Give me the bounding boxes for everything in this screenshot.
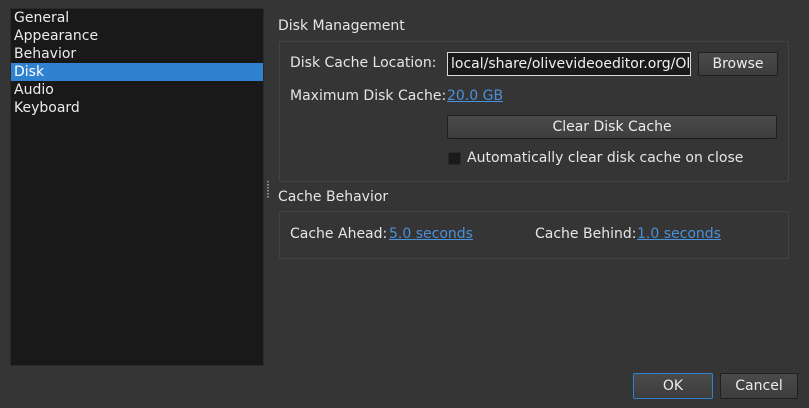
disk-cache-location-input[interactable]: local/share/olivevideoeditor.org/Olive (447, 52, 691, 76)
browse-button[interactable]: Browse (698, 52, 778, 76)
cancel-button[interactable]: Cancel (720, 373, 798, 399)
sidebar-item-disk[interactable]: Disk (11, 63, 263, 81)
auto-clear-label[interactable]: Automatically clear disk cache on close (467, 150, 743, 166)
cache-ahead-value[interactable]: 5.0 seconds (389, 226, 473, 242)
sidebar-item-keyboard[interactable]: Keyboard (11, 99, 263, 117)
sidebar-item-general[interactable]: General (11, 9, 263, 27)
cache-ahead-label: Cache Ahead: (290, 226, 388, 242)
cache-behind-value[interactable]: 1.0 seconds (637, 226, 721, 242)
max-disk-cache-value[interactable]: 20.0 GB (447, 88, 503, 104)
splitter-handle[interactable] (267, 181, 269, 199)
clear-disk-cache-button[interactable]: Clear Disk Cache (447, 115, 777, 139)
disk-management-title: Disk Management (278, 18, 405, 34)
sidebar-item-behavior[interactable]: Behavior (11, 45, 263, 63)
auto-clear-checkbox[interactable] (448, 152, 461, 165)
max-disk-cache-label: Maximum Disk Cache: (290, 88, 447, 104)
disk-management-group: Disk Cache Location: local/share/olivevi… (279, 41, 789, 182)
ok-button[interactable]: OK (633, 373, 713, 399)
cache-behavior-title: Cache Behavior (278, 189, 389, 205)
disk-cache-location-label: Disk Cache Location: (290, 55, 437, 71)
cache-behavior-group: Cache Ahead: 5.0 seconds Cache Behind: 1… (279, 211, 789, 259)
sidebar-item-audio[interactable]: Audio (11, 81, 263, 99)
sidebar-item-appearance[interactable]: Appearance (11, 27, 263, 45)
cache-behind-label: Cache Behind: (535, 226, 637, 242)
preferences-category-list[interactable]: General Appearance Behavior Disk Audio K… (10, 8, 264, 366)
